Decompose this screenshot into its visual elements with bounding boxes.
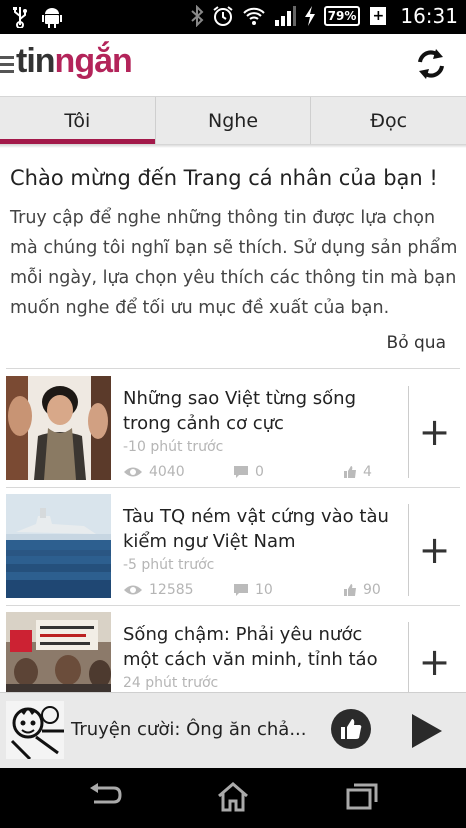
- news-time: -5 phút trước: [123, 557, 215, 573]
- news-title: Những sao Việt từng sống trong cảnh cơ c…: [123, 388, 356, 434]
- comment-icon: [234, 466, 248, 478]
- thumbs-up-icon: [344, 466, 356, 478]
- divider: [6, 605, 460, 606]
- back-button[interactable]: [88, 782, 122, 814]
- likes-stat: 90: [343, 582, 413, 598]
- app-bar: tinngắn: [0, 34, 466, 96]
- play-button[interactable]: [410, 713, 444, 753]
- divider: [6, 487, 460, 488]
- like-button[interactable]: [331, 709, 371, 749]
- welcome-title: Chào mừng đến Trang cá nhân của bạn !: [10, 166, 438, 190]
- tab-doc[interactable]: Đọc: [310, 97, 466, 144]
- tab-bar: Tôi Nghe Đọc: [0, 96, 466, 144]
- views-stat: 12585: [123, 582, 233, 598]
- charging-icon: [304, 5, 316, 27]
- back-icon: [90, 783, 122, 804]
- news-time: -10 phút trước: [123, 439, 224, 455]
- menu-icon[interactable]: [0, 56, 14, 77]
- tab-toi[interactable]: Tôi: [0, 97, 155, 144]
- news-item[interactable]: Tàu TQ ném vật cứng vào tàu kiểm ngư Việ…: [6, 494, 460, 606]
- views-stat: 4040: [123, 464, 233, 480]
- android-icon: [42, 6, 62, 28]
- add-button[interactable]: +: [408, 622, 460, 692]
- refresh-icon[interactable]: [416, 48, 446, 84]
- news-stats: 12585 10 90: [123, 582, 413, 598]
- tab-nghe[interactable]: Nghe: [154, 97, 311, 144]
- add-button[interactable]: +: [408, 386, 460, 478]
- comments-stat: 0: [233, 464, 343, 480]
- welcome-body: Truy cập để nghe những thông tin được lự…: [10, 208, 458, 318]
- thumbs-up-icon: [341, 719, 362, 739]
- news-thumbnail: [6, 376, 111, 480]
- recent-apps-icon: [346, 783, 378, 810]
- player-title: Truyện cười: Ông ăn chả...: [71, 719, 307, 740]
- news-item[interactable]: Sống chậm: Phải yêu nước một cách văn mi…: [6, 612, 460, 692]
- news-thumbnail: [6, 612, 111, 692]
- eye-icon: [124, 467, 142, 477]
- signal-icon: [274, 5, 296, 27]
- status-bar: 79% + 16:31: [0, 0, 466, 34]
- news-title: Tàu TQ ném vật cứng vào tàu kiểm ngư Việ…: [123, 506, 389, 552]
- tabs-shadow: [0, 144, 466, 148]
- divider: [6, 368, 460, 369]
- skip-link[interactable]: Bỏ qua: [387, 333, 446, 353]
- comments-stat: 10: [233, 582, 343, 598]
- add-button[interactable]: +: [408, 504, 460, 596]
- clock: 16:31: [400, 4, 458, 28]
- home-icon: [218, 782, 248, 812]
- comment-icon: [234, 584, 248, 596]
- app-logo: tinngắn: [16, 42, 133, 80]
- news-item[interactable]: Những sao Việt từng sống trong cảnh cơ c…: [6, 376, 460, 488]
- bluetooth-icon: [190, 5, 204, 27]
- alarm-icon: [212, 5, 234, 27]
- play-icon: [412, 714, 442, 748]
- battery-plus-icon: +: [370, 7, 387, 25]
- wifi-icon: [242, 5, 266, 27]
- audio-player: Truyện cười: Ông ăn chả...: [0, 692, 466, 768]
- likes-stat: 4: [343, 464, 413, 480]
- battery-indicator: 79%: [323, 6, 361, 26]
- news-time: 24 phút trước: [123, 675, 219, 691]
- thumbs-up-icon: [344, 584, 356, 596]
- system-nav-bar: [0, 768, 466, 828]
- news-title: Sống chậm: Phải yêu nước một cách văn mi…: [123, 624, 378, 670]
- recent-apps-button[interactable]: [346, 782, 378, 814]
- eye-icon: [124, 585, 142, 595]
- player-thumbnail: [6, 701, 64, 759]
- home-button[interactable]: [216, 782, 250, 816]
- news-stats: 4040 0 4: [123, 464, 413, 480]
- usb-icon: [12, 6, 28, 28]
- news-thumbnail: [6, 494, 111, 598]
